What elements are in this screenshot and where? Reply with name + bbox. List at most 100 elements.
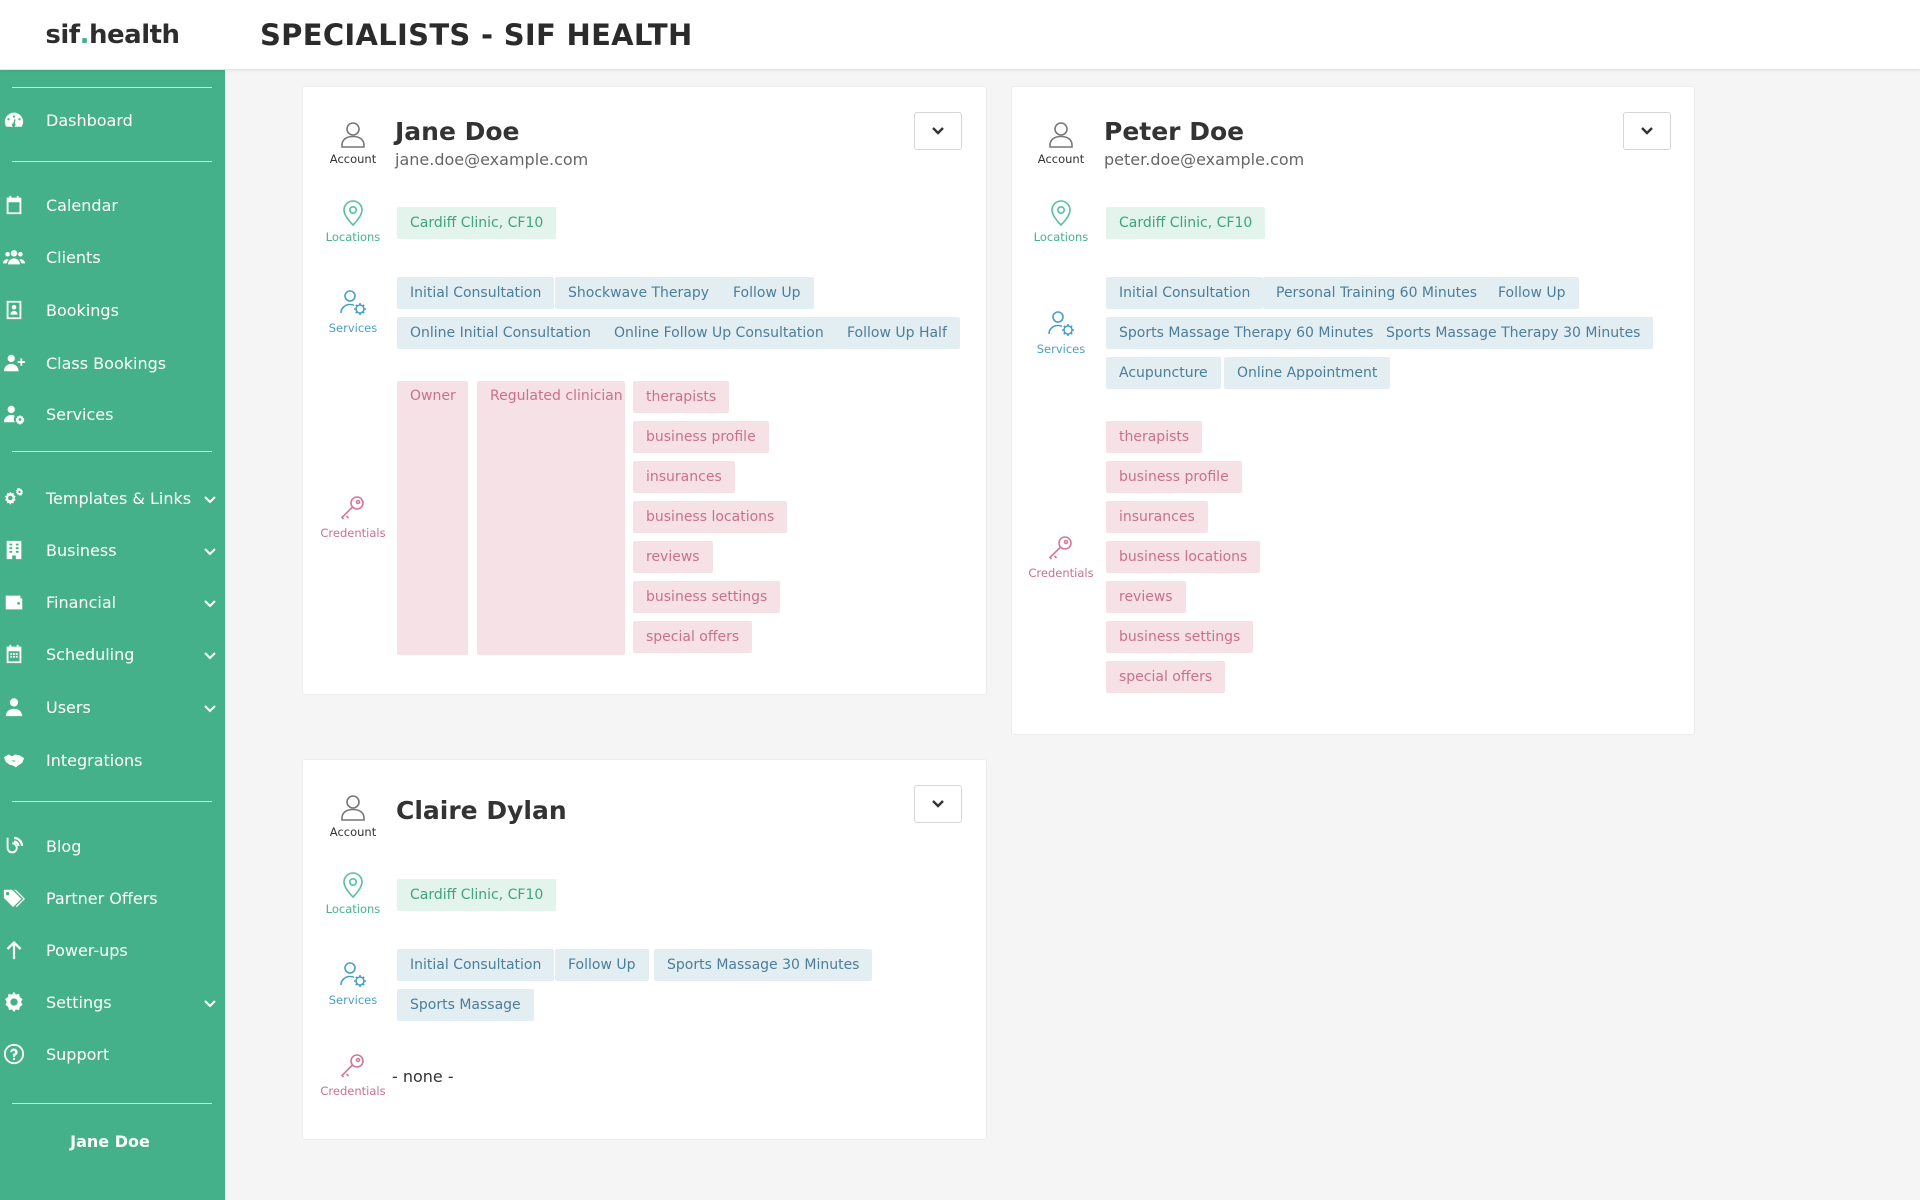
chevron-down-icon (1640, 122, 1654, 141)
top-header: sif. health SPECIALISTS - SIF HEALTH (0, 0, 1920, 70)
sidebar-item-services[interactable]: Services (0, 394, 225, 434)
key-icon (1016, 533, 1106, 563)
services-section-icon: Services (308, 288, 398, 335)
sidebar-item-label: Business (46, 540, 117, 560)
account-icon (1016, 119, 1106, 149)
sidebar-divider (12, 801, 212, 802)
sidebar-item-label: Financial (46, 592, 117, 612)
credential-tag: insurances (1106, 501, 1208, 533)
service-tag: Initial Consultation (397, 949, 555, 981)
sidebar-item-templates-links[interactable]: Templates & Links (0, 478, 225, 518)
sidebar-item-blog[interactable]: Blog (0, 826, 225, 866)
account-caption: Account (329, 825, 377, 839)
credentials-caption: Credentials (1028, 566, 1094, 580)
sidebar-item-label: Clients (46, 247, 101, 267)
service-tag: Follow Up (720, 277, 814, 309)
locations-section-icon: Locations (308, 197, 398, 244)
services-caption: Services (1036, 342, 1086, 356)
location-tag: Cardiff Clinic, CF10 (1106, 207, 1266, 239)
credentials-empty-text: - none - (392, 1067, 454, 1086)
sidebar-item-support[interactable]: Support (0, 1034, 225, 1074)
sidebar-item-dashboard[interactable]: Dashboard (0, 100, 225, 140)
credential-tag: therapists (633, 381, 730, 413)
sidebar-item-scheduling[interactable]: Scheduling (0, 634, 225, 674)
service-tag: Initial Consultation (397, 277, 555, 309)
location-pin-icon (308, 869, 398, 899)
sidebar-item-users[interactable]: Users (0, 687, 225, 727)
service-tag: Sports Massage Therapy 30 Minutes (1373, 317, 1654, 349)
account-icon (308, 792, 398, 822)
logo-dot: . (79, 20, 90, 50)
arrow-up-icon (2, 938, 26, 962)
calendar-grid-icon (2, 642, 26, 666)
card-menu-button[interactable] (914, 785, 962, 823)
user-gear-icon (308, 960, 398, 990)
account-icon (308, 119, 398, 149)
credential-tag: business settings (1106, 621, 1254, 653)
dashboard-icon (2, 108, 26, 132)
current-user-name[interactable]: Jane Doe (0, 1132, 220, 1151)
chevron-down-icon (203, 543, 217, 557)
sidebar-item-power-ups[interactable]: Power-ups (0, 930, 225, 970)
credential-tag: special offers (1106, 661, 1226, 693)
sidebar-item-label: Services (46, 404, 114, 424)
credential-tag: business profile (1106, 461, 1242, 493)
services-caption: Services (328, 993, 378, 1007)
services-section-icon: Services (308, 960, 398, 1007)
sidebar-item-label: Users (46, 697, 91, 717)
sidebar-item-class-bookings[interactable]: Class Bookings (0, 343, 225, 383)
account-section-icon: Account (308, 119, 398, 166)
service-tag: Online Follow Up Consultation (601, 317, 837, 349)
sidebar-item-calendar[interactable]: Calendar (0, 185, 225, 225)
service-tag: Online Initial Consultation (397, 317, 604, 349)
location-tag: Cardiff Clinic, CF10 (397, 879, 557, 911)
sidebar: Dashboard Calendar Clients Bookings Clas… (0, 70, 225, 1200)
sidebar-item-label: Dashboard (46, 110, 133, 130)
question-circle-icon (2, 1042, 26, 1066)
location-pin-icon (1016, 197, 1106, 227)
logo-text-left: sif (45, 20, 80, 50)
sidebar-divider (12, 451, 212, 452)
sidebar-divider (12, 1103, 212, 1104)
sidebar-item-financial[interactable]: Financial (0, 582, 225, 622)
key-icon (308, 493, 398, 523)
service-tag: Follow Up (1485, 277, 1579, 309)
services-caption: Services (328, 321, 378, 335)
card-menu-button[interactable] (914, 112, 962, 150)
account-caption: Account (329, 152, 377, 166)
service-tag: Online Appointment (1224, 357, 1391, 389)
sidebar-item-bookings[interactable]: Bookings (0, 290, 225, 330)
users-icon (2, 245, 26, 269)
logo-text-right: health (89, 20, 180, 50)
specialist-card: Account Jane Doe jane.doe@example.com Lo… (302, 86, 987, 695)
sidebar-item-integrations[interactable]: Integrations (0, 740, 225, 780)
app-logo[interactable]: sif. health (0, 0, 225, 70)
tags-icon (2, 886, 26, 910)
credential-tag: reviews (1106, 581, 1186, 613)
card-menu-button[interactable] (1623, 112, 1671, 150)
credentials-section-icon: Credentials (308, 493, 398, 540)
credential-tag: business profile (633, 421, 769, 453)
sidebar-item-clients[interactable]: Clients (0, 237, 225, 277)
chevron-down-icon (203, 700, 217, 714)
sidebar-item-partner-offers[interactable]: Partner Offers (0, 878, 225, 918)
sidebar-item-label: Blog (46, 836, 82, 856)
credentials-section-icon: Credentials (1016, 533, 1106, 580)
credential-tag: special offers (633, 621, 753, 653)
credentials-caption: Credentials (320, 526, 386, 540)
chevron-down-icon (203, 491, 217, 505)
sidebar-item-label: Partner Offers (46, 888, 158, 908)
credential-tag: business locations (1106, 541, 1261, 573)
service-tag: Personal Training 60 Minutes (1263, 277, 1491, 309)
locations-caption: Locations (1033, 230, 1089, 244)
calendar-icon (2, 193, 26, 217)
sidebar-item-settings[interactable]: Settings (0, 982, 225, 1022)
sidebar-item-business[interactable]: Business (0, 530, 225, 570)
chevron-down-icon (203, 995, 217, 1009)
credentials-caption: Credentials (320, 1084, 386, 1098)
gears-icon (2, 486, 26, 510)
user-gear-icon (308, 288, 398, 318)
credential-tag: business locations (633, 501, 788, 533)
building-icon (2, 538, 26, 562)
chevron-down-icon (931, 122, 945, 141)
